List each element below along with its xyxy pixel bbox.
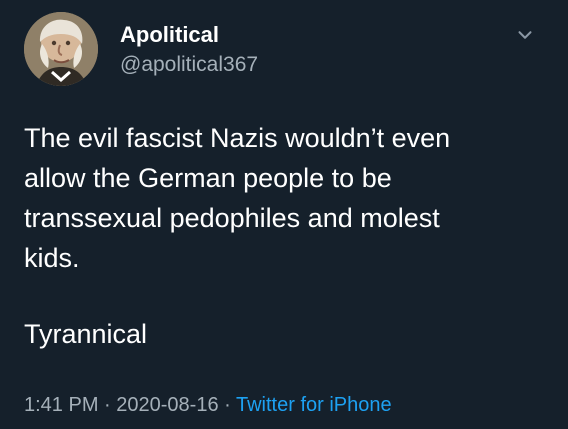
meta-separator-1: · — [98, 394, 117, 416]
tweet-line-1: The evil fascist Nazis wouldn’t even — [24, 123, 451, 153]
portrait-avatar-icon — [24, 12, 98, 86]
tweet-source-link[interactable]: Twitter for iPhone — [236, 394, 392, 416]
meta-separator-2: · — [218, 394, 236, 416]
tweet-meta: 1:41 PM · 2020-08-16 · Twitter for iPhon… — [24, 392, 392, 418]
tweet-second-paragraph: Tyrannical — [24, 319, 148, 349]
tweet-text: The evil fascist Nazis wouldn’t even all… — [24, 118, 544, 278]
tweet-line-3: transsexual pedophiles and molest — [24, 203, 440, 233]
tweet-time: 1:41 PM — [24, 394, 99, 416]
tweet-header: Apolitical @apolitical367 — [24, 10, 544, 90]
tweet-line-4: kids. — [24, 243, 80, 273]
tweet-date: 2020-08-16 — [116, 394, 219, 416]
tweet-line-2: allow the German people to be — [24, 163, 392, 193]
user-handle[interactable]: @apolitical367 — [120, 52, 258, 78]
display-name[interactable]: Apolitical — [120, 22, 258, 48]
avatar[interactable] — [24, 12, 98, 86]
user-names: Apolitical @apolitical367 — [120, 22, 258, 78]
tweet-card: Apolitical @apolitical367 The evil fasci… — [0, 0, 568, 429]
chevron-down-icon[interactable] — [514, 24, 536, 46]
